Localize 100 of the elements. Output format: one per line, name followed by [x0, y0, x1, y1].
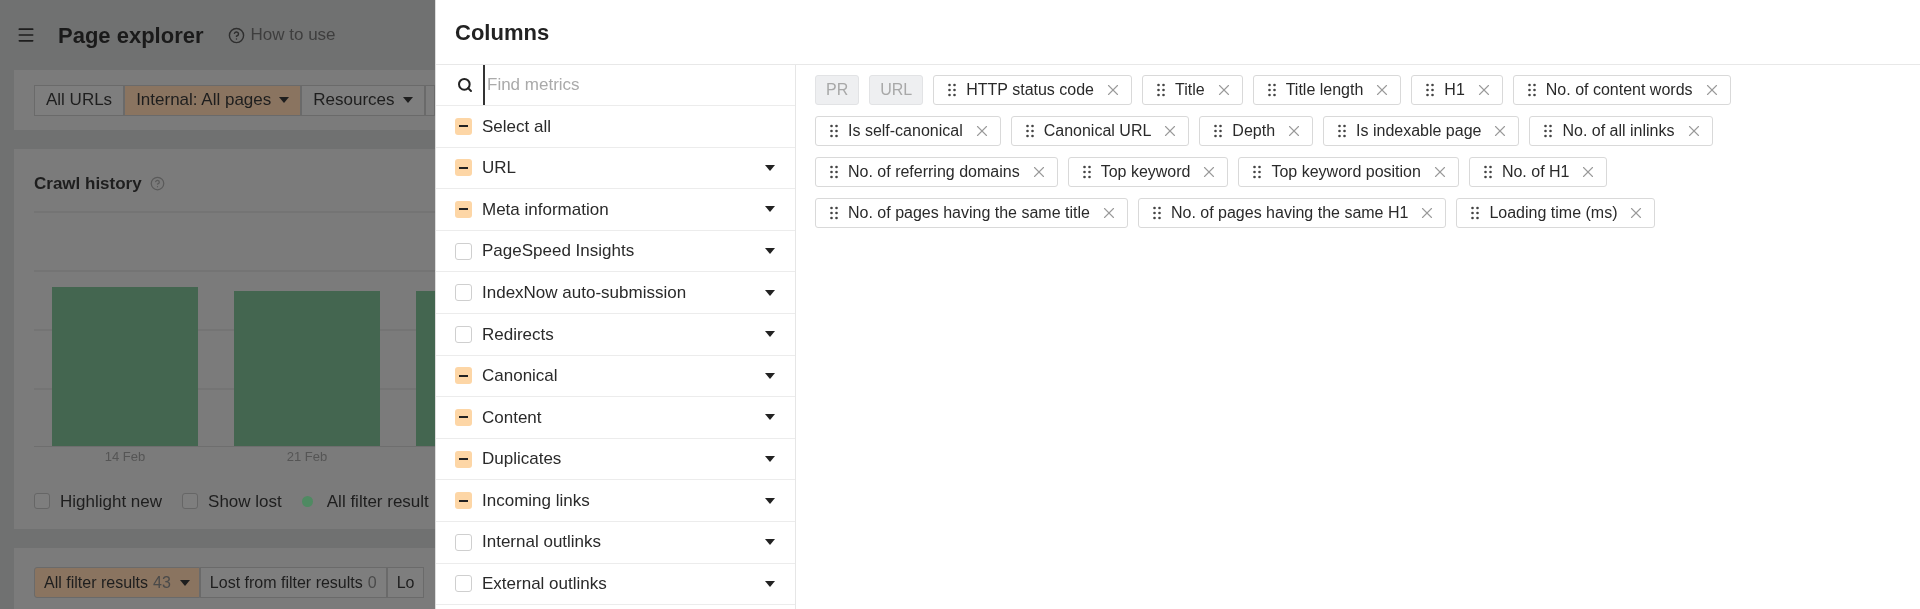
- column-label: Is self-canonical: [848, 121, 963, 141]
- group-label: URL: [482, 157, 517, 180]
- column-chip[interactable]: No. of pages having the same H1: [1137, 198, 1447, 228]
- metric-group-row[interactable]: Redirects: [436, 313, 795, 356]
- group-label: IndexNow auto-submission: [482, 281, 688, 304]
- metric-group-row[interactable]: Duplicates: [436, 438, 795, 481]
- column-chip[interactable]: Is indexable page: [1323, 116, 1520, 146]
- column-chip[interactable]: No. of H1: [1468, 157, 1608, 187]
- dialog-title: Columns: [455, 18, 550, 47]
- legend-label: All filter result: [326, 490, 429, 513]
- column-chip[interactable]: No. of content words: [1512, 75, 1731, 105]
- column-chip[interactable]: No. of pages having the same title: [815, 198, 1128, 228]
- drag-handle-icon: [948, 83, 957, 97]
- column-label: Is indexable page: [1356, 121, 1482, 141]
- drag-handle-icon: [830, 124, 838, 138]
- drag-handle-icon: [1483, 165, 1492, 179]
- drag-handle-icon: [1152, 206, 1161, 220]
- group-label: Canonical: [482, 365, 559, 388]
- partial-checkbox[interactable]: [455, 408, 472, 426]
- column-label: HTTP status code: [966, 80, 1094, 100]
- column-label: Title length: [1285, 80, 1364, 100]
- filter-tab[interactable]: All URLs: [34, 84, 125, 116]
- results-tab[interactable]: All filter results 43: [34, 567, 200, 598]
- drag-handle-icon: [830, 165, 838, 179]
- metric-group-row[interactable]: PageSpeed Insights: [436, 230, 795, 273]
- page-title: Page explorer: [58, 21, 204, 50]
- partial-checkbox[interactable]: [455, 117, 472, 135]
- drag-handle-icon: [1527, 83, 1536, 97]
- metric-group-row[interactable]: Internal outlinks: [436, 521, 795, 564]
- metric-group-row[interactable]: Canonical: [436, 355, 795, 398]
- column-label: No. of content words: [1545, 80, 1693, 100]
- metric-group-row[interactable]: Select all: [436, 106, 795, 148]
- filter-tab[interactable]: Internal: All pages: [124, 84, 302, 116]
- drag-handle-icon: [1426, 83, 1435, 97]
- metric-group-row[interactable]: Content: [436, 397, 795, 439]
- drag-handle-icon: [1471, 206, 1480, 220]
- column-chip[interactable]: Top keyword position: [1238, 157, 1459, 187]
- drag-handle-icon: [1157, 83, 1165, 97]
- metric-group-row[interactable]: IndexNow auto-submission: [436, 272, 795, 314]
- column-label: No. of H1: [1501, 162, 1570, 182]
- column-label: No. of all inlinks: [1562, 121, 1675, 141]
- partial-checkbox[interactable]: [455, 201, 472, 218]
- partial-checkbox[interactable]: [455, 450, 472, 468]
- column-chip[interactable]: Top keyword: [1067, 157, 1229, 187]
- column-chip[interactable]: Canonical URL: [1010, 116, 1190, 146]
- partial-checkbox[interactable]: [455, 159, 472, 177]
- group-label: Meta information: [482, 198, 610, 221]
- column-chip[interactable]: Title length: [1252, 75, 1402, 105]
- column-chip[interactable]: Loading time (ms): [1456, 198, 1656, 228]
- drag-handle-icon: [1338, 124, 1347, 138]
- column-label: Canonical URL: [1043, 121, 1152, 141]
- drag-handle-icon: [830, 206, 838, 220]
- checkbox[interactable]: [34, 493, 50, 510]
- drag-handle-icon: [1253, 165, 1262, 179]
- filter-tab[interactable]: Resources: [301, 84, 425, 116]
- fixed-column-chip: PR: [815, 75, 860, 105]
- metric-group-row[interactable]: Meta information: [436, 189, 795, 231]
- metric-group-row[interactable]: Incoming links: [436, 480, 795, 522]
- group-label: Redirects: [482, 323, 555, 346]
- column-chip[interactable]: No. of all inlinks: [1529, 116, 1713, 146]
- help-icon: [227, 26, 245, 44]
- column-label: Title: [1175, 80, 1205, 100]
- column-chip[interactable]: H1: [1411, 75, 1503, 105]
- drag-handle-icon: [1544, 124, 1553, 138]
- group-label: External outlinks: [482, 573, 608, 596]
- column-chip[interactable]: HTTP status code: [933, 75, 1132, 105]
- column-label: Loading time (ms): [1489, 203, 1618, 223]
- section-title: Crawl history: [34, 173, 142, 195]
- column-chip[interactable]: Is self-canonical: [815, 116, 1001, 146]
- fixed-column-chip: URL: [869, 75, 924, 105]
- metric-group-row[interactable]: URL: [436, 147, 795, 190]
- group-label: Duplicates: [482, 448, 563, 471]
- column-label: No. of pages having the same H1: [1170, 203, 1409, 223]
- menu-icon[interactable]: [16, 25, 36, 45]
- partial-checkbox[interactable]: [455, 492, 472, 510]
- search-icon: [457, 77, 473, 93]
- column-chip[interactable]: No. of referring domains: [815, 157, 1058, 187]
- column-chip[interactable]: Depth: [1199, 116, 1314, 146]
- drag-handle-icon: [1025, 124, 1034, 138]
- group-label: Select all: [482, 115, 552, 138]
- group-label: Content: [482, 406, 543, 429]
- column-label: No. of pages having the same title: [848, 203, 1090, 223]
- drag-handle-icon: [1267, 83, 1276, 97]
- column-chip[interactable]: Title: [1142, 75, 1243, 105]
- drag-handle-icon: [1082, 165, 1091, 179]
- column-label: Top keyword position: [1271, 162, 1421, 182]
- column-label: No. of referring domains: [848, 162, 1020, 182]
- results-tab[interactable]: Lo: [386, 567, 425, 598]
- column-label: Depth: [1232, 121, 1276, 141]
- help-icon: [149, 176, 165, 192]
- partial-checkbox[interactable]: [455, 367, 472, 385]
- group-label: Internal outlinks: [482, 531, 603, 554]
- drag-handle-icon: [1214, 124, 1223, 138]
- search-field[interactable]: Find metrics: [483, 65, 795, 105]
- column-label: Top keyword: [1100, 162, 1191, 182]
- checkbox-label: Highlight new: [60, 490, 163, 513]
- column-label: H1: [1444, 80, 1465, 100]
- checkbox[interactable]: [182, 493, 199, 510]
- group-label: Incoming links: [482, 489, 591, 512]
- metric-group-row[interactable]: External outlinks: [436, 563, 795, 606]
